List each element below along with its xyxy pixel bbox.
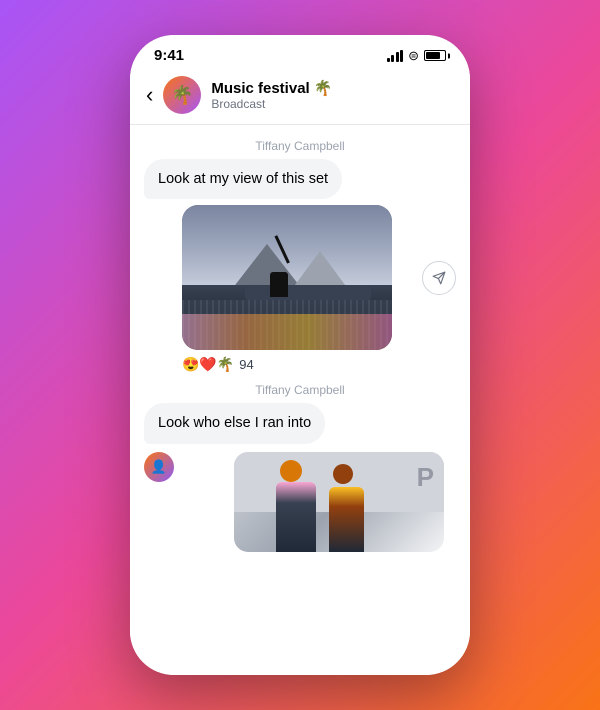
reaction-count: 94 (239, 357, 253, 372)
sender-label-2: Tiffany Campbell (130, 383, 470, 397)
status-icons: ⊜ (387, 48, 446, 64)
festival-photo-bubble[interactable]: P (234, 452, 444, 552)
chat-header: ‹ 🌴 Music festival 🌴 Broadcast (130, 68, 470, 125)
channel-avatar: 🌴 (163, 76, 201, 114)
battery-icon (424, 50, 446, 61)
festival-photo-content: P (234, 452, 444, 552)
background-letter: P (417, 462, 434, 493)
back-button[interactable]: ‹ (146, 82, 153, 108)
status-bar: 9:41 ⊜ (130, 35, 470, 68)
wifi-icon: ⊜ (408, 48, 419, 64)
share-button[interactable] (422, 261, 456, 295)
message-row-2: Look who else I ran into (130, 401, 470, 445)
dj-image (182, 205, 392, 350)
lower-image-row: 👤 P (130, 450, 470, 554)
reactions-row: 😍❤️🌴 94 (182, 356, 470, 373)
chat-body: Tiffany Campbell Look at my view of this… (130, 125, 470, 675)
signal-icon (387, 50, 404, 62)
reaction-emojis: 😍❤️🌴 (182, 356, 234, 373)
message-bubble-incoming-2: Look who else I ran into (144, 403, 325, 443)
message-row: Look at my view of this set (130, 157, 470, 201)
sender-avatar: 👤 (144, 452, 174, 482)
channel-subtitle: Broadcast (211, 97, 332, 111)
message-bubble-incoming-1: Look at my view of this set (144, 159, 342, 199)
sender-label-1: Tiffany Campbell (130, 139, 470, 153)
dj-image-bubble[interactable] (182, 205, 392, 350)
phone-frame: 9:41 ⊜ ‹ 🌴 Music festival 🌴 Broadcast Ti… (130, 35, 470, 675)
status-time: 9:41 (154, 47, 184, 64)
image-section-1 (130, 203, 470, 352)
channel-title: Music festival 🌴 (211, 79, 332, 97)
header-info: Music festival 🌴 Broadcast (211, 79, 332, 111)
dj-scene (182, 205, 392, 350)
